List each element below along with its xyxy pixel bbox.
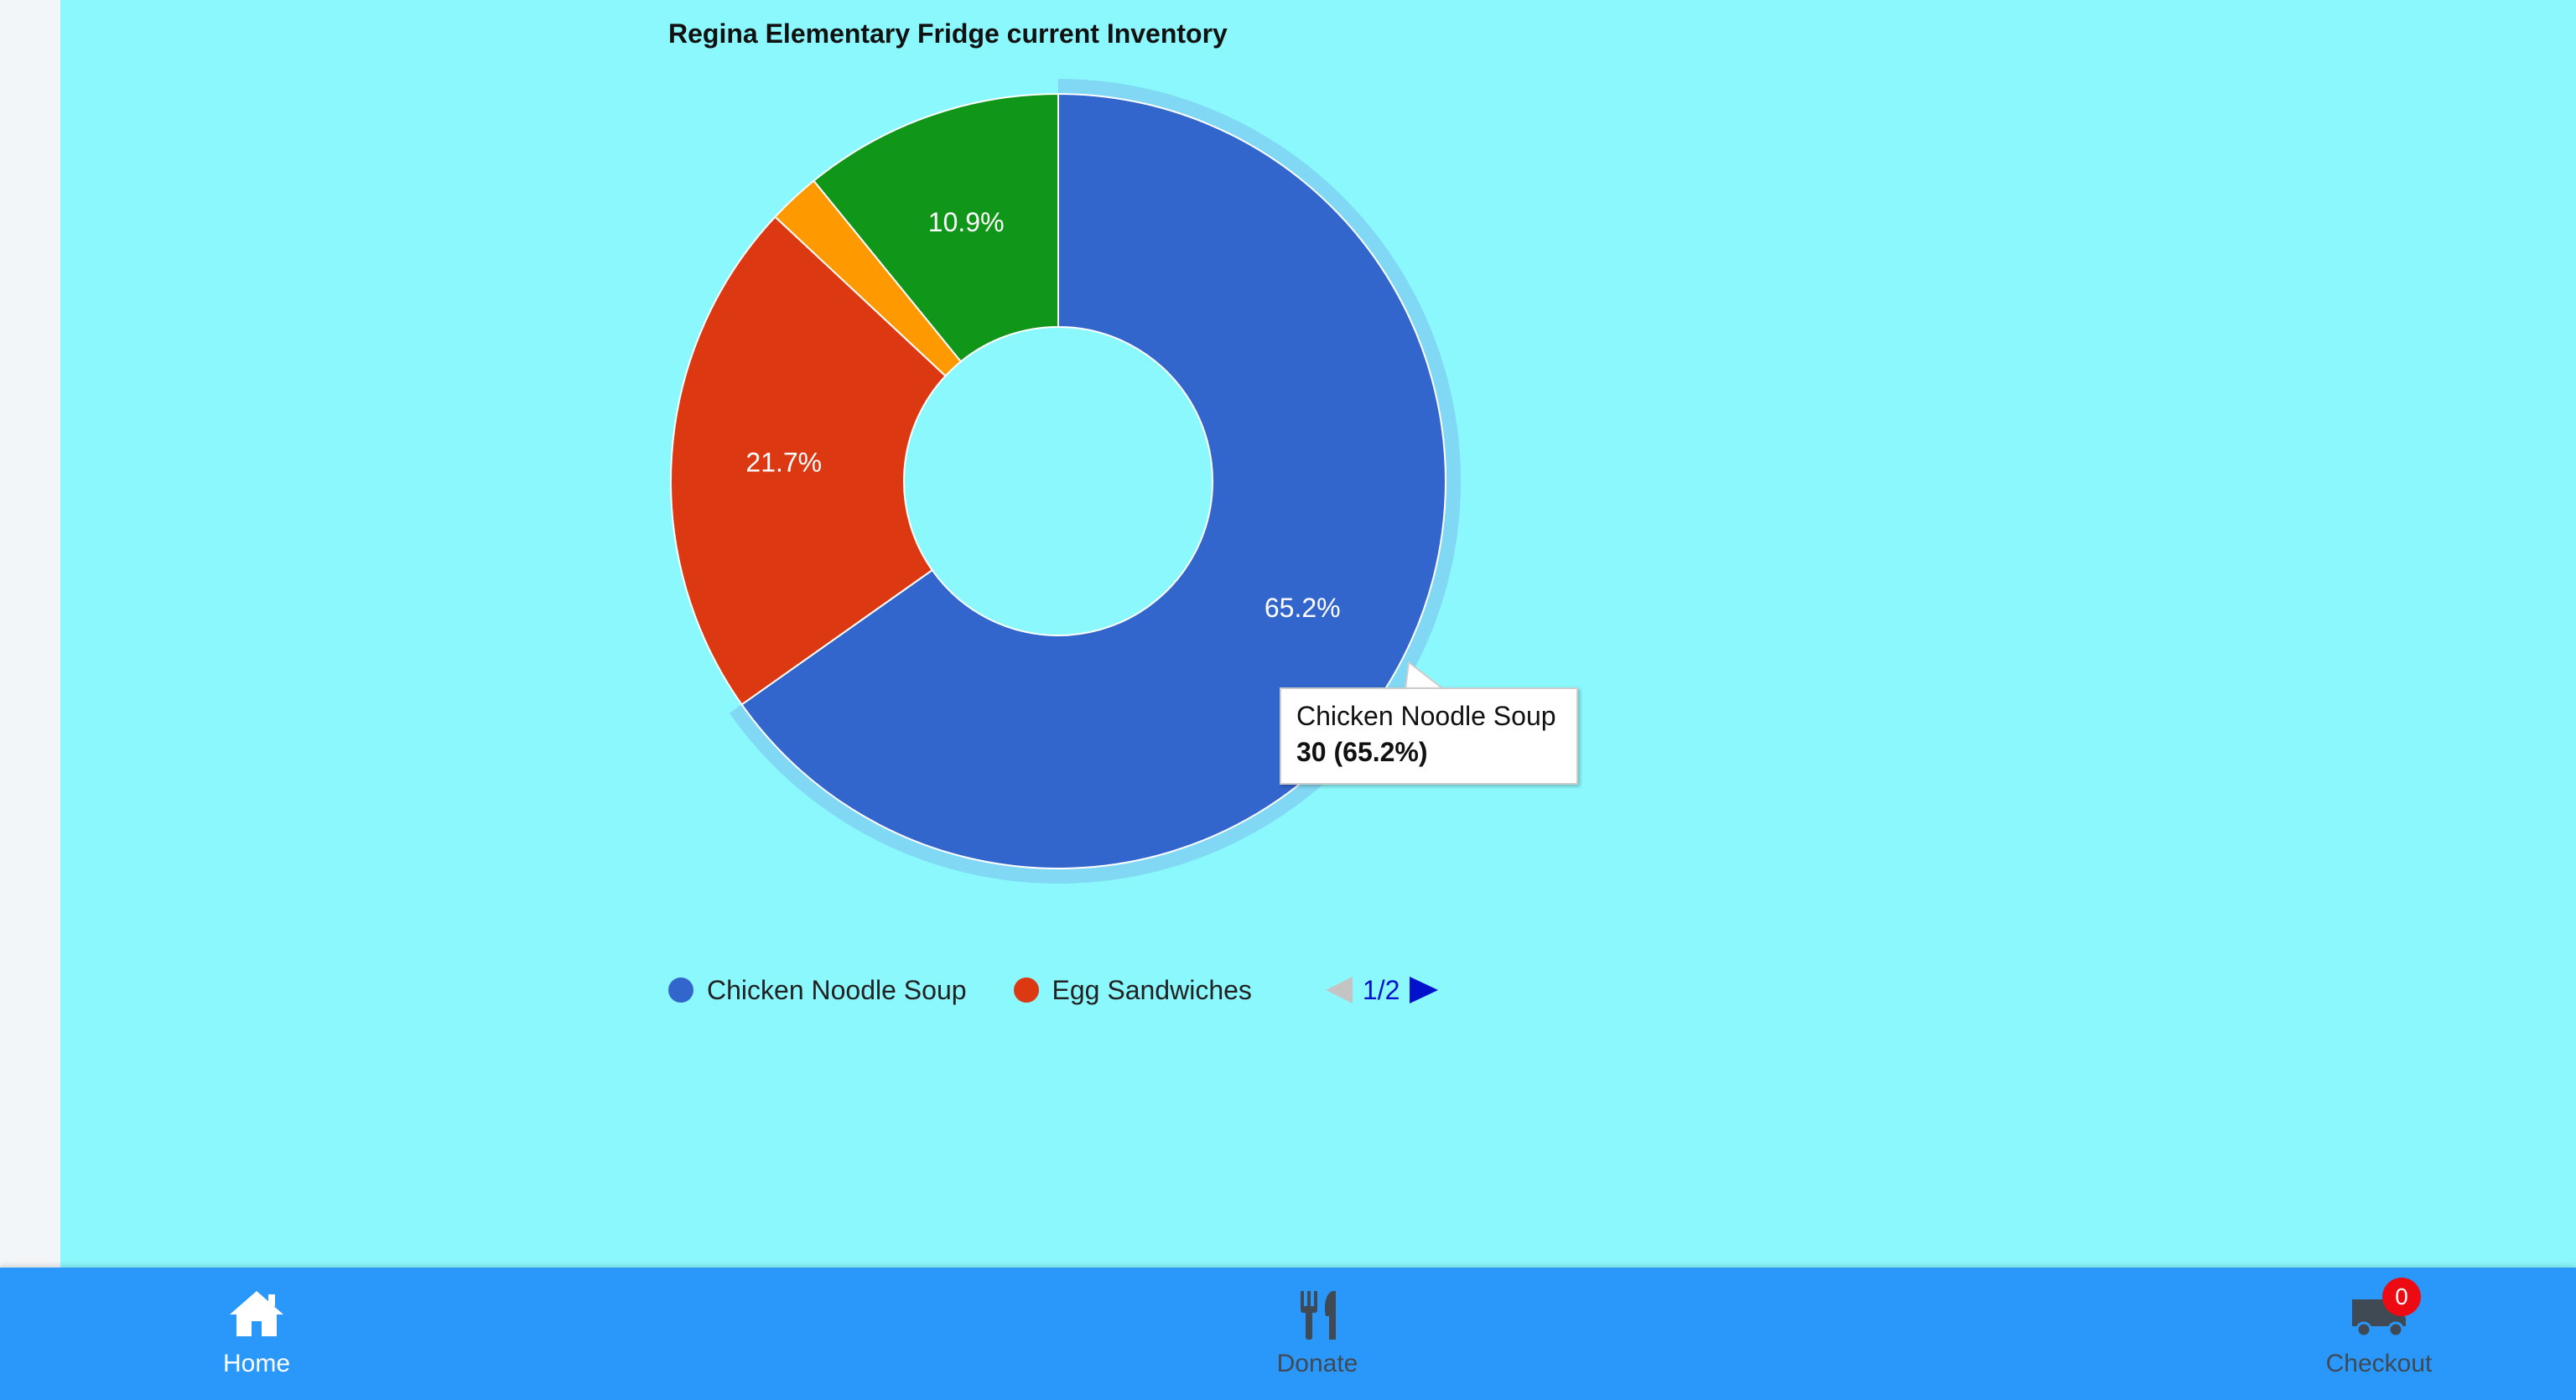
tooltip-value: 30 (65.2%) bbox=[1296, 737, 1428, 767]
nav-checkout-button[interactable]: 0 Checkout bbox=[2270, 1268, 2488, 1400]
legend-label: Egg Sandwiches bbox=[1052, 974, 1252, 1005]
slice-percent-label: 65.2% bbox=[1265, 593, 1341, 623]
legend-pager: 1/2 bbox=[1325, 974, 1439, 1006]
legend-next-icon[interactable] bbox=[1410, 977, 1439, 1003]
legend-item[interactable]: Chicken Noodle Soup bbox=[668, 975, 967, 1006]
nav-home-label: Home bbox=[222, 1350, 291, 1377]
donut-chart: 65.2% 21.7% 10.9% bbox=[670, 79, 1462, 884]
chart-tooltip: Chicken Noodle Soup 30 (65.2%) bbox=[1280, 687, 1578, 785]
cart-count-badge: 0 bbox=[2382, 1278, 2421, 1316]
slice-percent-label: 10.9% bbox=[928, 207, 1005, 237]
home-icon bbox=[226, 1284, 287, 1345]
chart-legend: Chicken Noodle Soup Egg Sandwiches 1/2 bbox=[668, 973, 1439, 1007]
truck-icon: 0 bbox=[2349, 1278, 2421, 1345]
bottom-navigation: Home Donate 0 Checkout bbox=[0, 1268, 2576, 1400]
slice-percent-label: 21.7% bbox=[745, 448, 822, 478]
legend-page-indicator: 1/2 bbox=[1362, 974, 1400, 1005]
legend-marker bbox=[1013, 977, 1039, 1003]
utensils-icon bbox=[1287, 1284, 1348, 1345]
legend-label: Chicken Noodle Soup bbox=[707, 974, 967, 1005]
legend-marker bbox=[668, 977, 693, 1003]
tooltip-pointer bbox=[1404, 661, 1445, 689]
legend-prev-icon[interactable] bbox=[1325, 977, 1353, 1003]
tooltip-title: Chicken Noodle Soup bbox=[1296, 701, 1556, 731]
nav-donate-label: Donate bbox=[1276, 1350, 1358, 1377]
nav-checkout-label: Checkout bbox=[2325, 1350, 2433, 1377]
nav-home-button[interactable]: Home bbox=[148, 1268, 366, 1400]
nav-donate-button[interactable]: Donate bbox=[1208, 1268, 1426, 1400]
legend-item[interactable]: Egg Sandwiches bbox=[1013, 974, 1252, 1006]
